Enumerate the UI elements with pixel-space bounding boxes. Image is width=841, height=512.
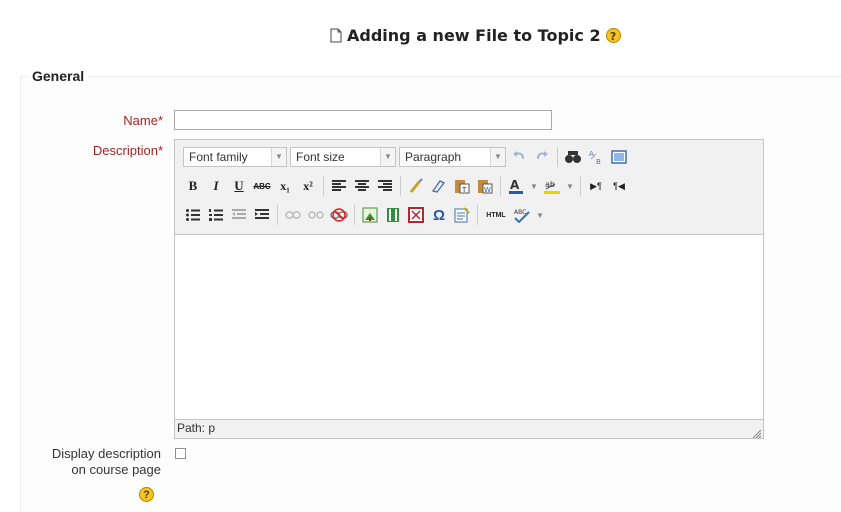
- font-size-value: Font size: [296, 150, 345, 164]
- rtl-button[interactable]: ¶◀: [609, 176, 629, 196]
- chevron-down-icon[interactable]: ▼: [535, 205, 545, 225]
- cleanup-icon[interactable]: [406, 176, 426, 196]
- nolink-document-icon[interactable]: [452, 205, 472, 225]
- nolink-icon[interactable]: [329, 205, 349, 225]
- link-icon[interactable]: [283, 205, 303, 225]
- editor-content-area[interactable]: [175, 234, 763, 420]
- toolbar-separator: [323, 176, 324, 196]
- superscript-button[interactable]: x²: [298, 176, 318, 196]
- toolbar-separator: [557, 147, 558, 167]
- paste-word-icon[interactable]: W: [475, 176, 495, 196]
- highlight-color-icon[interactable]: ab: [542, 176, 562, 196]
- name-label: Name*: [60, 113, 163, 128]
- toolbar-separator: [580, 176, 581, 196]
- spellcheck-icon[interactable]: ABC: [512, 205, 532, 225]
- html-source-button[interactable]: HTML: [483, 205, 509, 225]
- special-char-button[interactable]: Ω: [429, 205, 449, 225]
- format-value: Paragraph: [405, 150, 462, 164]
- help-icon[interactable]: ?: [605, 28, 621, 43]
- toolbar-row-3: Ω HTML ABC ▼: [183, 203, 545, 227]
- bold-button[interactable]: B: [183, 176, 203, 196]
- display-description-checkbox[interactable]: [175, 448, 186, 459]
- required-mark: *: [157, 113, 163, 128]
- italic-button[interactable]: I: [206, 176, 226, 196]
- fullscreen-icon[interactable]: [609, 147, 629, 167]
- underline-button[interactable]: U: [229, 176, 249, 196]
- media-icon[interactable]: [383, 205, 403, 225]
- find-icon[interactable]: [563, 147, 583, 167]
- svg-text:T: T: [461, 186, 467, 194]
- resize-grip-icon[interactable]: [751, 426, 762, 439]
- chevron-down-icon: ▼: [380, 148, 395, 166]
- page-title-text: Adding a new File to Topic 2: [347, 26, 601, 45]
- subscript-button[interactable]: x₁: [275, 176, 295, 196]
- align-left-icon[interactable]: [329, 176, 349, 196]
- bullet-list-icon[interactable]: [183, 205, 203, 225]
- toolbar-row-2: B I U ABC x₁ x² T W A ▼ ab ▼ ▶¶ ¶◀: [183, 174, 629, 198]
- svg-text:W: W: [484, 186, 491, 194]
- format-select[interactable]: Paragraph ▼: [399, 147, 506, 167]
- align-right-icon[interactable]: [375, 176, 395, 196]
- display-description-line2: on course page: [71, 462, 161, 477]
- page-title: Adding a new File to Topic 2 ?: [330, 26, 621, 45]
- replace-icon[interactable]: AB: [586, 147, 606, 167]
- undo-icon[interactable]: [509, 147, 529, 167]
- toolbar-separator: [500, 176, 501, 196]
- svg-text:A: A: [510, 178, 520, 192]
- image-icon[interactable]: [360, 205, 380, 225]
- moodle-media-icon[interactable]: [406, 205, 426, 225]
- chevron-down-icon: ▼: [490, 148, 505, 166]
- display-description-line1: Display description: [51, 446, 161, 461]
- svg-text:ABC: ABC: [514, 209, 526, 216]
- font-family-select[interactable]: Font family ▼: [183, 147, 287, 167]
- required-mark: *: [157, 143, 163, 158]
- font-size-select[interactable]: Font size ▼: [290, 147, 396, 167]
- redo-icon[interactable]: [532, 147, 552, 167]
- toolbar-separator: [354, 205, 355, 225]
- file-icon: [330, 28, 342, 43]
- align-center-icon[interactable]: [352, 176, 372, 196]
- section-legend: General: [28, 68, 89, 84]
- indent-icon[interactable]: [252, 205, 272, 225]
- ltr-button[interactable]: ▶¶: [586, 176, 606, 196]
- description-label: Description*: [40, 143, 163, 158]
- font-family-value: Font family: [189, 150, 248, 164]
- strikethrough-button[interactable]: ABC: [252, 176, 272, 196]
- description-editor: Font family ▼ Font size ▼ Paragraph ▼ AB…: [174, 139, 764, 439]
- toolbar-row-1: Font family ▼ Font size ▼ Paragraph ▼ AB: [183, 145, 629, 169]
- name-input[interactable]: [174, 110, 552, 130]
- chevron-down-icon[interactable]: ▼: [529, 176, 539, 196]
- numbered-list-icon[interactable]: [206, 205, 226, 225]
- toolbar-separator: [477, 205, 478, 225]
- name-label-text: Name: [123, 113, 158, 128]
- toolbar-separator: [277, 205, 278, 225]
- svg-text:B: B: [596, 158, 601, 165]
- outdent-icon[interactable]: [229, 205, 249, 225]
- unlink-icon[interactable]: [306, 205, 326, 225]
- description-label-text: Description: [92, 143, 158, 158]
- editor-path-bar: Path: p: [177, 421, 216, 435]
- eraser-icon[interactable]: [429, 176, 449, 196]
- help-icon[interactable]: ?: [139, 487, 154, 502]
- display-description-label: Display description on course page: [11, 446, 161, 478]
- chevron-down-icon: ▼: [271, 148, 286, 166]
- chevron-down-icon[interactable]: ▼: [565, 176, 575, 196]
- paste-text-icon[interactable]: T: [452, 176, 472, 196]
- text-color-icon[interactable]: A: [506, 176, 526, 196]
- toolbar-separator: [400, 176, 401, 196]
